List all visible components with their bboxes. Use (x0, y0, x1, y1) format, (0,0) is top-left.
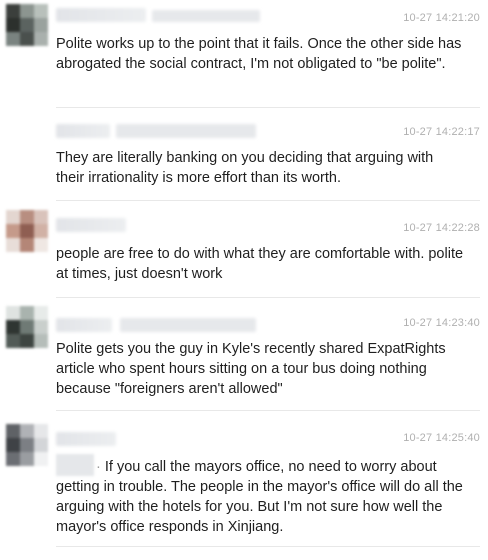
username-redacted[interactable] (56, 318, 112, 332)
comment-divider (56, 107, 480, 108)
comment-divider (56, 297, 480, 298)
username-redacted[interactable] (56, 124, 110, 138)
comment-divider (56, 410, 480, 411)
username-redacted[interactable] (56, 8, 146, 22)
comment-text: They are literally banking on you decidi… (56, 150, 434, 186)
user-avatar[interactable] (6, 306, 48, 348)
username-redacted[interactable] (152, 10, 260, 22)
comment-timestamp: 10-27 14:25:40 (403, 432, 480, 444)
username-redacted[interactable] (56, 432, 116, 446)
username-redacted[interactable] (120, 318, 256, 332)
comment-text: Polite works up to the point that it fai… (56, 36, 462, 72)
user-avatar[interactable] (6, 424, 48, 466)
comment-timestamp: 10-27 14:21:20 (403, 12, 480, 24)
comment-text: people are free to do with what they are… (56, 246, 464, 282)
comment-text: Polite gets you the guy in Kyle's recent… (56, 341, 446, 397)
user-avatar[interactable] (6, 210, 48, 252)
comment-text-body: If you call the mayors office, no need t… (56, 459, 463, 535)
user-avatar[interactable] (6, 4, 48, 46)
comment-timestamp: 10-27 14:22:17 (403, 126, 480, 138)
comment-divider (56, 546, 480, 547)
username-redacted[interactable] (56, 218, 126, 232)
comment-timestamp: 10-27 14:23:40 (403, 317, 480, 329)
comment-divider (56, 200, 480, 201)
username-redacted[interactable] (116, 124, 256, 138)
comment-text: · If you call the mayors office, no need… (56, 454, 464, 537)
comment-timestamp: 10-27 14:22:28 (403, 222, 480, 234)
mention-redacted[interactable] (56, 454, 94, 476)
